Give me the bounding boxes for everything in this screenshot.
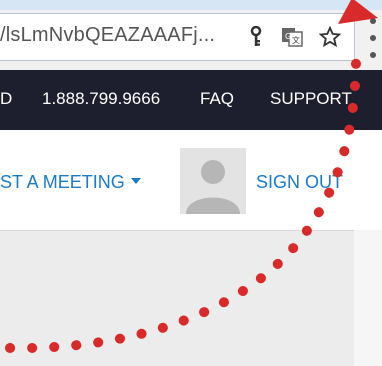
- url-text[interactable]: /lsLmNvbQEAZAAAFj...: [0, 24, 215, 47]
- nav-support-link[interactable]: SUPPORT: [270, 89, 352, 109]
- site-header: ST A MEETING SIGN OUT: [0, 130, 382, 231]
- browser-toolbar: /lsLmNvbQEAZAAAFj... G 文: [0, 0, 382, 70]
- svg-text:文: 文: [292, 35, 300, 45]
- address-bar[interactable]: /lsLmNvbQEAZAAAFj... G 文: [0, 13, 355, 61]
- svg-text:G: G: [285, 32, 291, 41]
- site-nav-bar: D 1.888.799.9666 FAQ SUPPORT: [0, 70, 382, 130]
- host-meeting-label: ST A MEETING: [0, 172, 125, 192]
- star-icon[interactable]: [318, 24, 342, 50]
- nav-faq-link[interactable]: FAQ: [200, 89, 234, 109]
- menu-icon[interactable]: [366, 18, 380, 58]
- nav-phone-link[interactable]: 1.888.799.9666: [42, 89, 160, 109]
- browser-tab-strip: [0, 0, 382, 10]
- avatar[interactable]: [180, 148, 246, 214]
- nav-item-partial[interactable]: D: [0, 89, 12, 109]
- caret-down-icon: [130, 178, 141, 185]
- host-meeting-dropdown[interactable]: ST A MEETING: [0, 172, 141, 193]
- key-icon[interactable]: [244, 24, 268, 50]
- sign-out-link[interactable]: SIGN OUT: [256, 172, 343, 193]
- translate-icon[interactable]: G 文: [280, 24, 304, 50]
- page-scrollbar[interactable]: [354, 230, 382, 366]
- user-silhouette-icon: [186, 160, 240, 214]
